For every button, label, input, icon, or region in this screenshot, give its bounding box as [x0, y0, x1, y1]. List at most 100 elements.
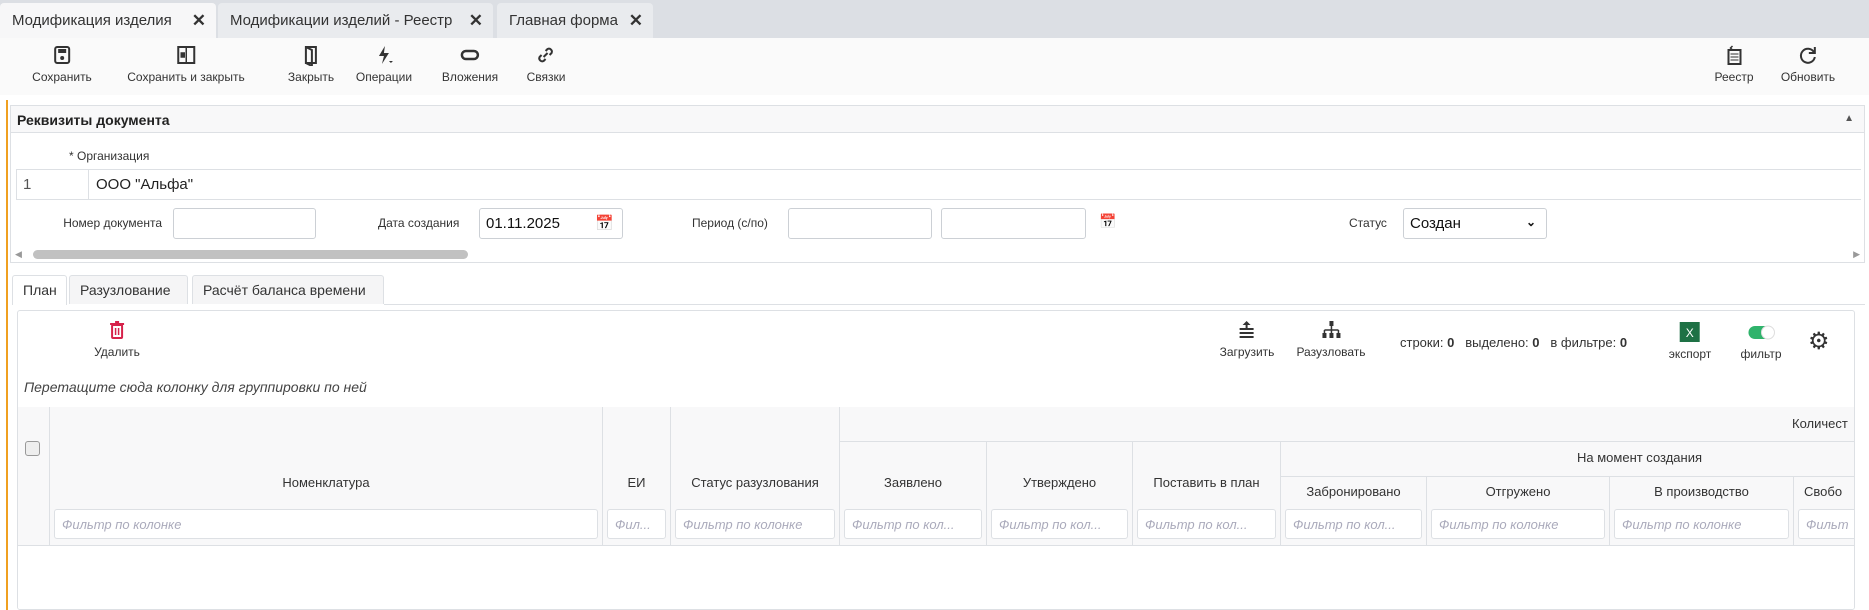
tab-label: Разузлование: [80, 282, 171, 298]
save-close-icon: [176, 46, 195, 64]
filter-input[interactable]: Фильтр по колонке: [675, 509, 835, 539]
label: фильтр: [1740, 347, 1782, 361]
label: Закрыть: [287, 70, 335, 84]
status-label: Статус: [1349, 216, 1387, 230]
gear-icon[interactable]: ⚙: [1808, 327, 1830, 356]
refresh-icon: [1800, 47, 1816, 64]
close-button[interactable]: Закрыть: [288, 44, 334, 84]
tab-time-balance[interactable]: Расчёт баланса времени: [192, 275, 384, 304]
save-button[interactable]: Сохранить: [32, 44, 92, 84]
scroll-left-icon[interactable]: ◀: [15, 249, 22, 260]
column-label: ЕИ: [627, 475, 646, 490]
tab-explosion[interactable]: Разузлование: [69, 275, 188, 304]
period-to-input[interactable]: [941, 208, 1086, 239]
column-in-production[interactable]: В производство Фильтр по колонке: [1610, 477, 1794, 546]
window-tab-product-modification[interactable]: Модификация изделия ✕: [0, 3, 216, 38]
load-button[interactable]: Загрузить: [1219, 319, 1275, 359]
column-label: Забронировано: [1306, 484, 1401, 499]
export-button[interactable]: Xэкспорт: [1669, 321, 1711, 361]
column-label: Номенклатура: [282, 475, 370, 490]
tab-label: Модификация изделия: [12, 12, 172, 29]
filter-input[interactable]: Фильтр по колонке: [1431, 509, 1605, 539]
column-shipped[interactable]: Отгружено Фильтр по колонке: [1427, 477, 1610, 546]
horizontal-scrollbar[interactable]: [33, 250, 468, 259]
rows-label: строки:: [1400, 335, 1444, 350]
filter-input[interactable]: Фильтр по кол...: [1285, 509, 1422, 539]
tab-label: Главная форма: [509, 12, 618, 29]
group-drop-zone[interactable]: Перетащите сюда колонку для группировки …: [24, 379, 367, 395]
window-tab-main-form[interactable]: Главная форма ✕: [497, 3, 653, 38]
toolbar: Сохранить Сохранить и закрыть Закрыть Оп…: [0, 38, 1869, 95]
svg-text:X: X: [1686, 326, 1694, 340]
filter-input[interactable]: Фильт: [1798, 509, 1854, 539]
filter-input[interactable]: Фильтр по колонке: [1614, 509, 1789, 539]
scroll-right-icon[interactable]: ▶: [1853, 249, 1860, 260]
filter-input[interactable]: Фильтр по кол...: [1137, 509, 1276, 539]
column-free[interactable]: Свобо Фильт: [1794, 477, 1854, 546]
created-date-input[interactable]: 01.11.2025 📅: [479, 208, 623, 239]
hierarchy-icon: [1322, 321, 1340, 338]
doc-number-input[interactable]: [173, 208, 316, 239]
toggle-icon: [1748, 325, 1775, 340]
refresh-button[interactable]: Обновить: [1781, 44, 1835, 84]
organization-value: ООО "Альфа": [96, 176, 194, 193]
column-unit[interactable]: ЕИ Фил...: [603, 407, 671, 546]
column-label: Поставить в план: [1153, 475, 1260, 490]
column-label: Статус разузлования: [691, 475, 819, 490]
registry-button[interactable]: Реестр: [1715, 44, 1754, 84]
select-all-checkbox[interactable]: [25, 441, 40, 456]
status-select[interactable]: Создан ⌄: [1403, 208, 1547, 239]
explode-button[interactable]: Разузловать: [1296, 319, 1366, 359]
row-number: 1: [16, 170, 89, 199]
tab-label: План: [23, 282, 57, 298]
label: Операции: [355, 70, 413, 84]
save-close-button[interactable]: Сохранить и закрыть: [127, 44, 245, 84]
filter-input[interactable]: Фил...: [607, 509, 666, 539]
calendar-icon[interactable]: 📅: [1099, 213, 1116, 230]
panel-header[interactable]: Реквизиты документа ▲: [11, 106, 1864, 133]
selected-count: 0: [1532, 335, 1540, 350]
close-icon[interactable]: ✕: [469, 11, 483, 31]
column-label: В производство: [1654, 484, 1749, 499]
filter-input[interactable]: Фильтр по кол...: [844, 509, 982, 539]
label: Реестр: [1714, 70, 1754, 84]
label: Сохранить и закрыть: [127, 70, 245, 84]
column-add-to-plan[interactable]: Поставить в план Фильтр по кол...: [1133, 442, 1281, 546]
column-label: Отгружено: [1485, 484, 1551, 499]
tab-plan[interactable]: План: [12, 275, 67, 305]
column-reserved[interactable]: Забронировано Фильтр по кол...: [1281, 477, 1427, 546]
period-label: Период (с/по): [692, 216, 768, 230]
panel-title: Реквизиты документа: [17, 112, 170, 128]
filter-input[interactable]: Фильтр по колонке: [54, 509, 598, 539]
tab-label: Расчёт баланса времени: [203, 282, 366, 298]
grid-header: Номенклатура Фильтр по колонке ЕИ Фил... С…: [18, 407, 1854, 547]
organization-row[interactable]: 1 ООО "Альфа": [16, 169, 1861, 200]
attachments-button[interactable]: Вложения: [442, 44, 498, 84]
period-from-input[interactable]: [788, 208, 932, 239]
group-label: Количест: [1792, 416, 1848, 431]
created-date-value: 01.11.2025: [486, 215, 560, 232]
close-icon[interactable]: ✕: [629, 11, 643, 31]
filtered-label: в фильтре:: [1550, 335, 1617, 350]
label: Загрузить: [1219, 345, 1275, 359]
filter-input[interactable]: Фильтр по кол...: [991, 509, 1128, 539]
excel-icon: X: [1680, 322, 1700, 342]
column-declared[interactable]: Заявлено Фильтр по кол...: [840, 442, 987, 546]
column-group-at-creation: На момент создания: [1281, 442, 1854, 477]
registry-icon: [1727, 45, 1741, 65]
delete-button[interactable]: Удалить: [94, 319, 140, 359]
column-explosion-status[interactable]: Статус разузлования Фильтр по колонке: [671, 407, 840, 546]
column-nomenclature[interactable]: Номенклатура Фильтр по колонке: [50, 407, 603, 546]
column-approved[interactable]: Утверждено Фильтр по кол...: [987, 442, 1133, 546]
window-tab-registry[interactable]: Модификации изделий - Реестр ✕: [218, 3, 493, 38]
collapse-icon[interactable]: ▲: [1844, 113, 1854, 124]
operations-button[interactable]: Операции: [356, 44, 412, 84]
accent-bar: [6, 100, 8, 610]
created-date-label: Дата создания: [378, 216, 460, 230]
group-label: На момент создания: [1577, 450, 1703, 465]
links-button[interactable]: Связки: [527, 44, 565, 84]
filter-toggle[interactable]: фильтр: [1740, 321, 1782, 361]
calendar-icon[interactable]: 📅: [595, 214, 614, 232]
close-icon[interactable]: ✕: [192, 11, 206, 31]
label: Вложения: [441, 70, 499, 84]
